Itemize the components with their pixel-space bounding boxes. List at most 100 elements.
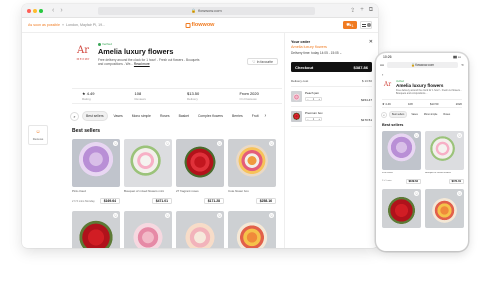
reload-icon[interactable]: ↻ [461,63,464,67]
address-bar[interactable]: 🔒 flowwow.com [97,6,316,15]
close-window-button[interactable] [27,8,31,13]
minus-icon[interactable]: − [307,98,309,101]
heart-icon[interactable]: ♡ [217,141,222,146]
address-bar-url: flowwow.com [198,8,222,13]
search-icon[interactable]: ⌕ [70,111,79,121]
cart-shop-link[interactable]: Amelia luxury flowers [291,45,372,49]
delivery-time-select[interactable]: Delivery time: today 14:05 - 15:05 ⌄ [291,51,372,55]
product-image[interactable]: ♡ [72,139,120,187]
product-card[interactable]: ♡ [72,211,120,248]
heart-icon[interactable]: ♡ [414,133,419,138]
heart-icon[interactable]: ♡ [269,213,274,218]
plus-icon[interactable]: + [318,98,320,101]
product-image[interactable]: ♡ [124,211,172,248]
tab-vases[interactable]: Vases [111,112,126,120]
quantity-stepper[interactable]: −1 + [305,117,322,121]
stat-reviews[interactable]: 108 Reviews [125,89,178,103]
add-to-favourite-button[interactable]: ♡ In favourite [247,58,278,65]
close-icon[interactable]: ✕ [369,39,373,45]
checkout-button[interactable]: Checkout $387.86 [291,62,372,72]
heart-icon[interactable]: ♡ [113,213,118,218]
tab-roses[interactable]: Roses [441,112,452,117]
product-card[interactable]: ♡ 27 fragrant roses $171.28 [176,139,224,204]
back-icon[interactable]: ‹ [52,7,54,14]
forward-icon[interactable]: › [60,7,62,14]
product-card[interactable]: ♡ [425,189,464,228]
maximize-window-button[interactable] [39,8,43,13]
tab-mono-simple[interactable]: Mono simple [422,112,440,117]
tab-best-sellers[interactable]: Best sellers [82,111,108,121]
cart-title: Your order [291,40,311,44]
cart-item-image[interactable] [291,111,302,122]
heart-icon[interactable]: ♡ [414,191,419,196]
tab-berries[interactable]: Berries [229,112,246,120]
price-button[interactable]: $169.64 [405,178,421,184]
product-name: Pink cloud [72,190,86,193]
reader-mode-button[interactable]: AA [380,63,384,67]
product-image[interactable]: ♡ [425,189,464,228]
delivery-location[interactable]: As soon as possible ⌖ London, Mayfair PI… [28,23,105,27]
product-card[interactable]: ♡ Cute flower box $258.16 [228,139,276,204]
cart-item-image[interactable] [291,91,302,102]
tab-best-sellers[interactable]: Best sellers [389,111,408,118]
heart-icon[interactable]: ♡ [165,141,170,146]
quantity-stepper[interactable]: −1 + [305,97,322,101]
tab-mono-simple[interactable]: Mono simple [129,112,154,120]
product-card[interactable]: ♡ [228,211,276,248]
category-tabs: ⌕ Best sellers Vases Mono simple Roses B… [70,110,284,122]
product-image[interactable]: ♡ [176,139,224,187]
price-button[interactable]: $171.28 [203,198,224,204]
product-image[interactable]: ♡ [176,211,224,248]
mobile-url[interactable]: 🔒 flowwow.com [387,61,459,68]
product-image[interactable]: ♡ [382,131,421,170]
product-card[interactable]: ♡ [124,211,172,248]
heart-icon[interactable]: ♡ [217,213,222,218]
plus-icon[interactable]: + [318,118,320,121]
price-button[interactable]: $258.16 [255,198,276,204]
reviews-sidebar-label: Reviews [32,136,44,141]
product-image[interactable]: ♡ [425,131,464,170]
account-menu-button[interactable] [360,21,372,29]
search-icon[interactable]: ⌕ [381,111,387,118]
minus-icon[interactable]: − [307,118,309,121]
product-card[interactable]: ♡ [382,189,421,228]
heart-icon[interactable]: ♡ [165,213,170,218]
read-more-link[interactable]: Read more [134,62,150,66]
tab-vases[interactable]: Vases [409,112,419,117]
stat-value: $13.50 [187,91,200,96]
product-card[interactable]: ♡ Pink cloud 2 h 5 mins $169.64 [382,131,421,184]
price-button[interactable]: $169.64 [99,198,120,204]
reviews-sidebar-button[interactable]: ☺ Reviews [28,125,48,145]
product-image[interactable]: ♡ [228,139,276,187]
new-tab-icon[interactable]: + [360,7,364,14]
product-card[interactable]: ♡ Bouquet of mixed flowers mini $471.01 [124,139,172,204]
heart-icon[interactable]: ♡ [269,141,274,146]
price-button[interactable]: $471.01 [448,178,464,184]
product-card[interactable]: ♡ [176,211,224,248]
product-card[interactable]: ♡ Pink cloud 2 h 5 mins Monday $169.64 [72,139,120,204]
product-card[interactable]: ♡ Bouquet of mixed flowers $471.01 [425,131,464,184]
heart-icon[interactable]: ♡ [457,191,462,196]
site-logo-text: flowwow [191,22,215,28]
product-image[interactable]: ♡ [382,189,421,228]
product-image[interactable]: ♡ [228,211,276,248]
tab-roses[interactable]: Roses [157,112,173,120]
tabs-overview-icon[interactable]: ⧉ [369,7,373,14]
share-icon[interactable]: ⇪ [350,7,355,14]
mobile-address-bar[interactable]: AA 🔒 flowwow.com ↻ [380,61,464,68]
minimize-window-button[interactable] [33,8,37,13]
tab-basket[interactable]: Basket [176,112,192,120]
product-image[interactable]: ♡ [72,211,120,248]
heart-icon[interactable]: ♡ [113,141,118,146]
product-name: Bouquet of mixed flowers mini [124,190,165,193]
product-image[interactable]: ♡ [124,139,172,187]
quantity-value: 1 [312,97,315,101]
heart-icon[interactable]: ♡ [457,133,462,138]
tab-complex-flowers[interactable]: Complex flowers [195,112,226,120]
stat-label: Delivery [187,97,198,101]
chevron-right-icon[interactable]: › [265,113,267,119]
price-button[interactable]: $471.01 [151,198,172,204]
tab-fruit[interactable]: Fruit [249,112,262,120]
site-logo[interactable]: flowwow [185,22,215,28]
cart-button[interactable]: ⛟ 1 [343,21,357,29]
